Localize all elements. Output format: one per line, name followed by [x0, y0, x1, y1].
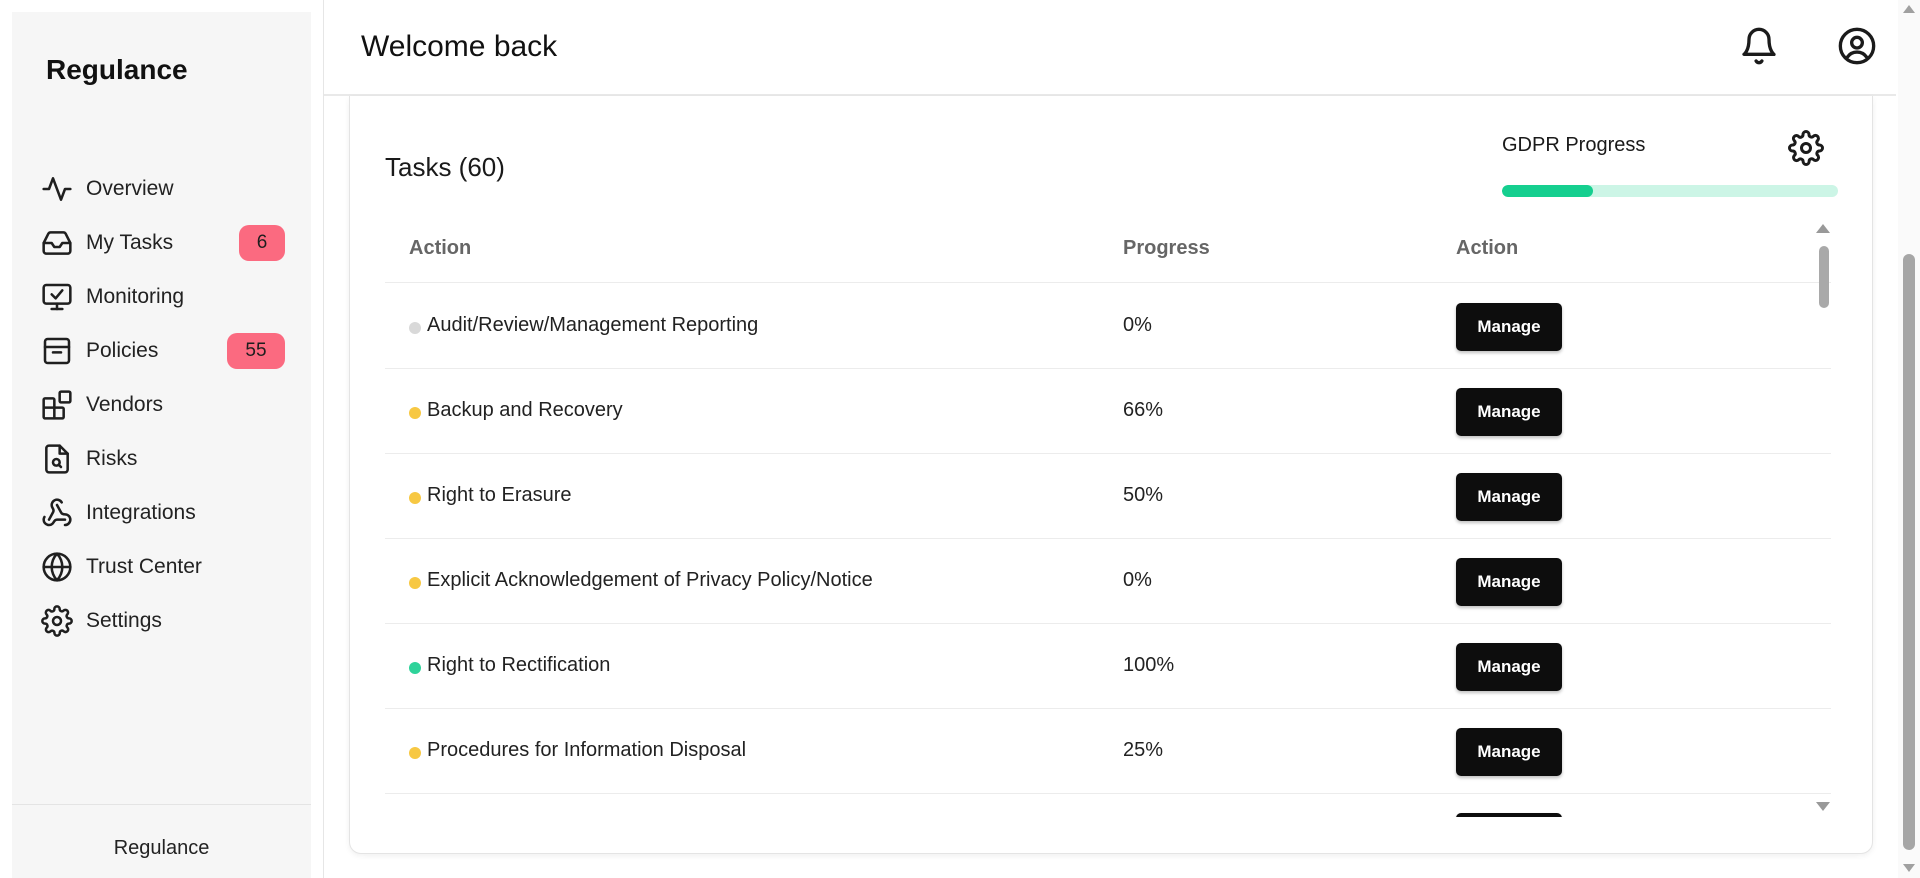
- scrollbar-thumb[interactable]: [1903, 254, 1915, 850]
- sidebar-nav: Overview My Tasks 6 Monitoring Policies …: [40, 162, 285, 648]
- sidebar-item-label: Trust Center: [86, 555, 202, 578]
- task-progress: 0%: [1123, 569, 1152, 591]
- gdpr-progress-fill: [1502, 185, 1593, 197]
- sidebar-item-monitoring[interactable]: Monitoring: [40, 270, 285, 324]
- task-name-cell: Backup and Recovery: [409, 399, 623, 422]
- task-name: Right to Rectification: [427, 654, 611, 676]
- scroll-down-arrow-icon[interactable]: [1816, 802, 1830, 811]
- sidebar-item-risks[interactable]: Risks: [40, 432, 285, 486]
- table-header: Action Progress Action: [385, 213, 1831, 283]
- manage-button[interactable]: Manage: [1456, 558, 1562, 606]
- top-header: Welcome back: [324, 0, 1896, 96]
- bell-icon[interactable]: [1739, 26, 1779, 66]
- task-name-cell: Explicit Acknowledgement of Privacy Poli…: [409, 569, 873, 592]
- task-progress: 0%: [1123, 314, 1152, 336]
- app-root: Regulance Overview My Tasks 6 Monitoring…: [0, 0, 1920, 878]
- scroll-down-arrow-icon[interactable]: [1903, 864, 1915, 872]
- archive-icon: [40, 334, 74, 368]
- webhook-icon: [40, 496, 74, 530]
- manage-button[interactable]: Manage: [1456, 473, 1562, 521]
- footer-brand[interactable]: Regulance: [12, 837, 311, 860]
- sidebar-item-overview[interactable]: Overview: [40, 162, 285, 216]
- task-name-cell: Right to Rectification: [409, 654, 610, 677]
- task-progress: 66%: [1123, 399, 1164, 421]
- table-row: Explicit Acknowledgement of Privacy Poli…: [385, 539, 1831, 624]
- sidebar-item-label: Overview: [86, 177, 174, 200]
- gdpr-progress-label: GDPR Progress: [1502, 134, 1646, 156]
- tasks-table: Action Progress Action Audit/Review/Mana…: [385, 213, 1831, 817]
- table-row: Right to Rectification 100% Manage: [385, 624, 1831, 709]
- task-name: Audit/Review/Management Reporting: [427, 314, 759, 336]
- count-badge: 6: [239, 225, 285, 261]
- sidebar: Regulance Overview My Tasks 6 Monitoring…: [12, 12, 311, 878]
- inbox-icon: [40, 226, 74, 260]
- status-dot-icon: [409, 491, 421, 504]
- manage-button[interactable]: Manage: [1456, 303, 1562, 351]
- sidebar-item-policies[interactable]: Policies 55: [40, 324, 285, 378]
- count-badge: 55: [227, 333, 285, 369]
- scrollbar-thumb[interactable]: [1819, 246, 1829, 308]
- table-row: Procedures for Information Disposal 25% Ma…: [385, 709, 1831, 794]
- gdpr-progress-bar: [1502, 185, 1838, 197]
- monitor-check-icon: [40, 280, 74, 314]
- column-header-progress: Progress: [1123, 237, 1210, 259]
- blocks-icon: [40, 388, 74, 422]
- status-dot-icon: [409, 406, 421, 419]
- task-progress: 100%: [1123, 654, 1175, 676]
- manage-button[interactable]: Manage: [1456, 728, 1562, 776]
- sidebar-footer: Regulance: [12, 804, 311, 878]
- sidebar-item-label: Policies: [86, 339, 159, 362]
- tasks-title: Tasks (60): [385, 152, 505, 182]
- gear-icon[interactable]: [1788, 130, 1824, 166]
- task-name: Right to Erasure: [427, 484, 572, 506]
- scroll-up-arrow-icon[interactable]: [1816, 224, 1830, 233]
- manage-button[interactable]: [1456, 813, 1562, 817]
- sidebar-item-trust-center[interactable]: Trust Center: [40, 540, 285, 594]
- page-scrollbar[interactable]: [1898, 0, 1920, 878]
- sidebar-item-label: Integrations: [86, 501, 196, 524]
- task-name: Procedures for Information Disposal: [427, 739, 747, 761]
- sidebar-divider: [323, 0, 324, 878]
- status-dot-icon: [409, 321, 421, 334]
- sidebar-item-integrations[interactable]: Integrations: [40, 486, 285, 540]
- sidebar-item-settings[interactable]: Settings: [40, 594, 285, 648]
- gear-icon: [40, 604, 74, 638]
- brand-logo[interactable]: Regulance: [46, 54, 188, 86]
- activity-icon: [40, 172, 74, 206]
- user-circle-icon[interactable]: [1837, 26, 1877, 66]
- sidebar-item-label: Monitoring: [86, 285, 185, 308]
- sidebar-item-my-tasks[interactable]: My Tasks 6: [40, 216, 285, 270]
- table-scrollbar[interactable]: [1813, 220, 1833, 820]
- column-header-action: Action: [409, 237, 472, 259]
- task-name: Explicit Acknowledgement of Privacy Poli…: [427, 569, 873, 591]
- table-row: Right to Erasure 50% Manage: [385, 454, 1831, 539]
- table-row: Audit/Review/Management Reporting 0% Manag…: [385, 284, 1831, 369]
- sidebar-item-label: My Tasks: [86, 231, 174, 254]
- status-dot-icon: [409, 746, 421, 759]
- task-name-cell: Audit/Review/Management Reporting: [409, 314, 758, 337]
- tasks-card: Tasks (60) GDPR Progress Action Progress…: [349, 96, 1873, 854]
- globe-icon: [40, 550, 74, 584]
- scroll-up-arrow-icon[interactable]: [1903, 5, 1915, 13]
- status-dot-icon: [409, 661, 421, 674]
- table-row: [385, 794, 1831, 817]
- table-row: Backup and Recovery 66% Manage: [385, 369, 1831, 454]
- task-name-cell: Right to Erasure: [409, 484, 572, 507]
- task-name-cell: Procedures for Information Disposal: [409, 739, 746, 762]
- file-search-icon: [40, 442, 74, 476]
- sidebar-item-label: Risks: [86, 447, 138, 470]
- task-progress: 25%: [1123, 739, 1164, 761]
- manage-button[interactable]: Manage: [1456, 643, 1562, 691]
- page-title: Welcome back: [361, 30, 558, 63]
- task-name: Backup and Recovery: [427, 399, 623, 421]
- task-progress: 50%: [1123, 484, 1164, 506]
- sidebar-item-vendors[interactable]: Vendors: [40, 378, 285, 432]
- manage-button[interactable]: Manage: [1456, 388, 1562, 436]
- column-header-action-buttons: Action: [1456, 237, 1519, 259]
- status-dot-icon: [409, 576, 421, 589]
- sidebar-item-label: Settings: [86, 609, 162, 632]
- sidebar-item-label: Vendors: [86, 393, 164, 416]
